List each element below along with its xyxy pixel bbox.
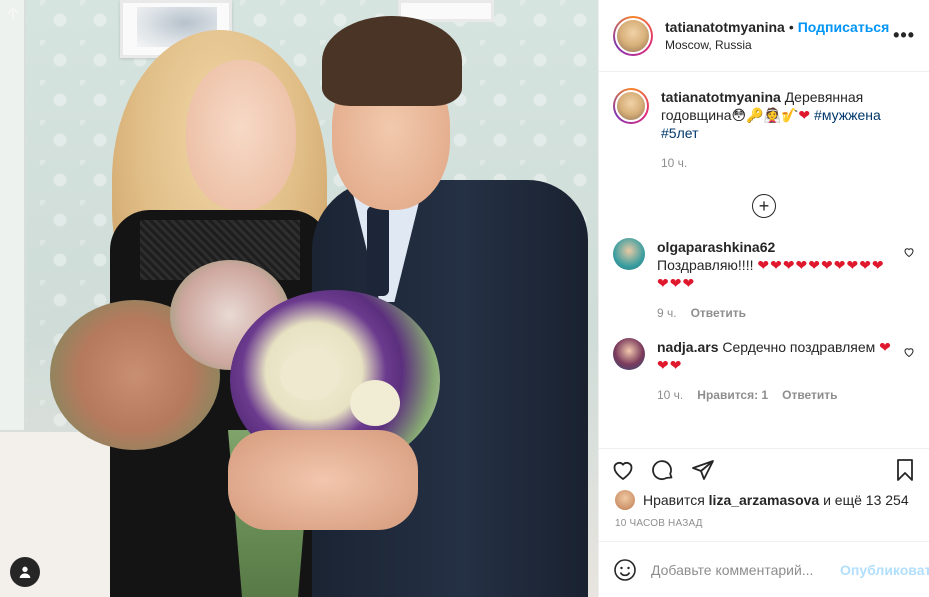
comments-area[interactable]: tatianatotmyanina Деревянная годовщина😳🔑… (599, 72, 929, 448)
follow-button[interactable]: Подписаться (798, 19, 890, 35)
load-more: + (613, 194, 915, 218)
comment-username[interactable]: nadja.ars (657, 339, 718, 355)
likes-count[interactable]: и ещё 13 254 (823, 492, 909, 508)
comment-time[interactable]: 10 ч. (657, 386, 683, 404)
separator-dot: • (788, 19, 794, 35)
likes-prefix: Нравится (643, 492, 705, 508)
caption-heart: ❤ (798, 107, 811, 123)
comment-time[interactable]: 9 ч. (657, 304, 677, 322)
likes-summary: Нравится liza_arzamasova и ещё 13 254 (599, 490, 929, 510)
like-heart-icon[interactable] (611, 458, 635, 482)
comment-item: nadja.ars Сердечно поздравляем ❤❤❤ 10 ч.… (613, 338, 915, 404)
caption-meta: 10 ч. (661, 154, 915, 172)
comment-username[interactable]: olgaparashkina62 (657, 239, 775, 255)
comment-text: olgaparashkina62 Поздравляю!!!! ❤❤❤❤❤❤❤❤… (657, 238, 895, 322)
tagged-users-button[interactable] (10, 557, 40, 587)
post-panel: tatianatotmyanina • Подписаться Moscow, … (598, 0, 929, 597)
comment-meta: 9 ч. Ответить (657, 304, 895, 322)
action-bar (599, 448, 929, 490)
like-comment-heart-icon[interactable] (903, 246, 915, 258)
door (0, 0, 26, 430)
post-timestamp[interactable]: 10 часов назад (599, 510, 929, 541)
author-username[interactable]: tatianatotmyanina (665, 19, 785, 35)
location-link[interactable]: Moscow, Russia (665, 38, 889, 52)
hashtag-link[interactable]: #5лет (661, 125, 698, 141)
hashtag-link[interactable]: #мужжена (814, 107, 881, 123)
post-header: tatianatotmyanina • Подписаться Moscow, … (599, 0, 929, 72)
comment-likes[interactable]: Нравится: 1 (697, 386, 768, 404)
emoji-smiley-icon[interactable] (613, 558, 637, 582)
author-info: tatianatotmyanina • Подписаться Moscow, … (665, 19, 889, 52)
more-options-icon[interactable]: ••• (893, 25, 915, 46)
caption-emojis: 😳🔑👰🎷 (731, 107, 799, 123)
man-hair (322, 16, 462, 106)
bookmark-icon[interactable] (893, 458, 917, 482)
add-comment-bar: Опубликовать (599, 541, 929, 597)
publish-button[interactable]: Опубликовать (840, 562, 929, 578)
caption-avatar[interactable] (613, 88, 649, 124)
comment-item: olgaparashkina62 Поздравляю!!!! ❤❤❤❤❤❤❤❤… (613, 238, 915, 322)
comment-input[interactable] (651, 561, 832, 578)
liker-avatar[interactable] (615, 490, 635, 510)
share-send-icon[interactable] (691, 458, 715, 482)
author-avatar[interactable] (613, 15, 653, 56)
woman-face (186, 60, 296, 210)
reply-button[interactable]: Ответить (691, 304, 746, 322)
arrow-up-icon (7, 7, 19, 19)
caption-username[interactable]: tatianatotmyanina (661, 89, 781, 105)
user-icon (19, 566, 31, 578)
hands (228, 430, 418, 530)
post-photo[interactable] (0, 0, 598, 597)
caption: tatianatotmyanina Деревянная годовщина😳🔑… (613, 88, 915, 172)
comment-body: Поздравляю!!!! (657, 257, 754, 273)
post-viewer: tatianatotmyanina • Подписаться Moscow, … (0, 0, 929, 597)
load-more-comments-button[interactable]: + (752, 194, 776, 218)
commenter-avatar[interactable] (613, 238, 645, 270)
liker-username[interactable]: liza_arzamasova (709, 492, 820, 508)
commenter-avatar[interactable] (613, 338, 645, 370)
comment-text: nadja.ars Сердечно поздравляем ❤❤❤ 10 ч.… (657, 338, 895, 404)
reply-button[interactable]: Ответить (782, 386, 837, 404)
caption-text: tatianatotmyanina Деревянная годовщина😳🔑… (661, 88, 915, 172)
comment-meta: 10 ч. Нравится: 1 Ответить (657, 386, 895, 404)
caption-time[interactable]: 10 ч. (661, 154, 687, 172)
comment-body: Сердечно поздравляем (722, 339, 876, 355)
comment-bubble-icon[interactable] (651, 458, 675, 482)
like-comment-heart-icon[interactable] (903, 346, 915, 358)
